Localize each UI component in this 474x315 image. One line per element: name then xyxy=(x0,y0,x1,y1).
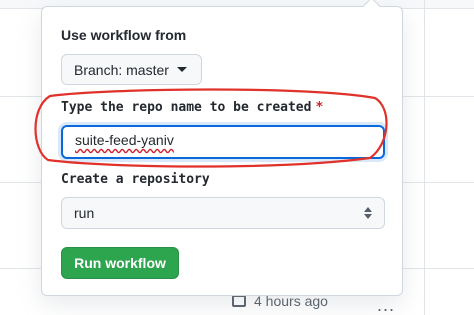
create-repository-select[interactable]: run xyxy=(61,197,385,229)
branch-button-label: Branch: master xyxy=(74,61,169,78)
background-vertical-divider xyxy=(424,0,425,315)
repo-name-input[interactable] xyxy=(61,125,385,159)
page: 4 hours ago ... Use workflow from Branch… xyxy=(0,0,474,315)
required-marker: * xyxy=(315,100,324,115)
run-workflow-popover: Use workflow from Branch: master Type th… xyxy=(41,0,403,296)
calendar-icon xyxy=(232,295,246,307)
select-value: run xyxy=(74,205,95,221)
repo-name-label-text: Type the repo name to be created xyxy=(61,100,312,115)
run-workflow-button[interactable]: Run workflow xyxy=(61,247,179,279)
select-arrows-icon xyxy=(364,207,372,219)
repo-name-label: Type the repo name to be created * xyxy=(61,100,323,115)
branch-select-button[interactable]: Branch: master xyxy=(61,54,202,85)
use-workflow-from-label: Use workflow from xyxy=(61,27,187,43)
chevron-down-icon xyxy=(176,67,187,72)
kebab-icon[interactable]: ... xyxy=(377,296,395,314)
create-repository-label: Create a repository xyxy=(61,172,210,187)
